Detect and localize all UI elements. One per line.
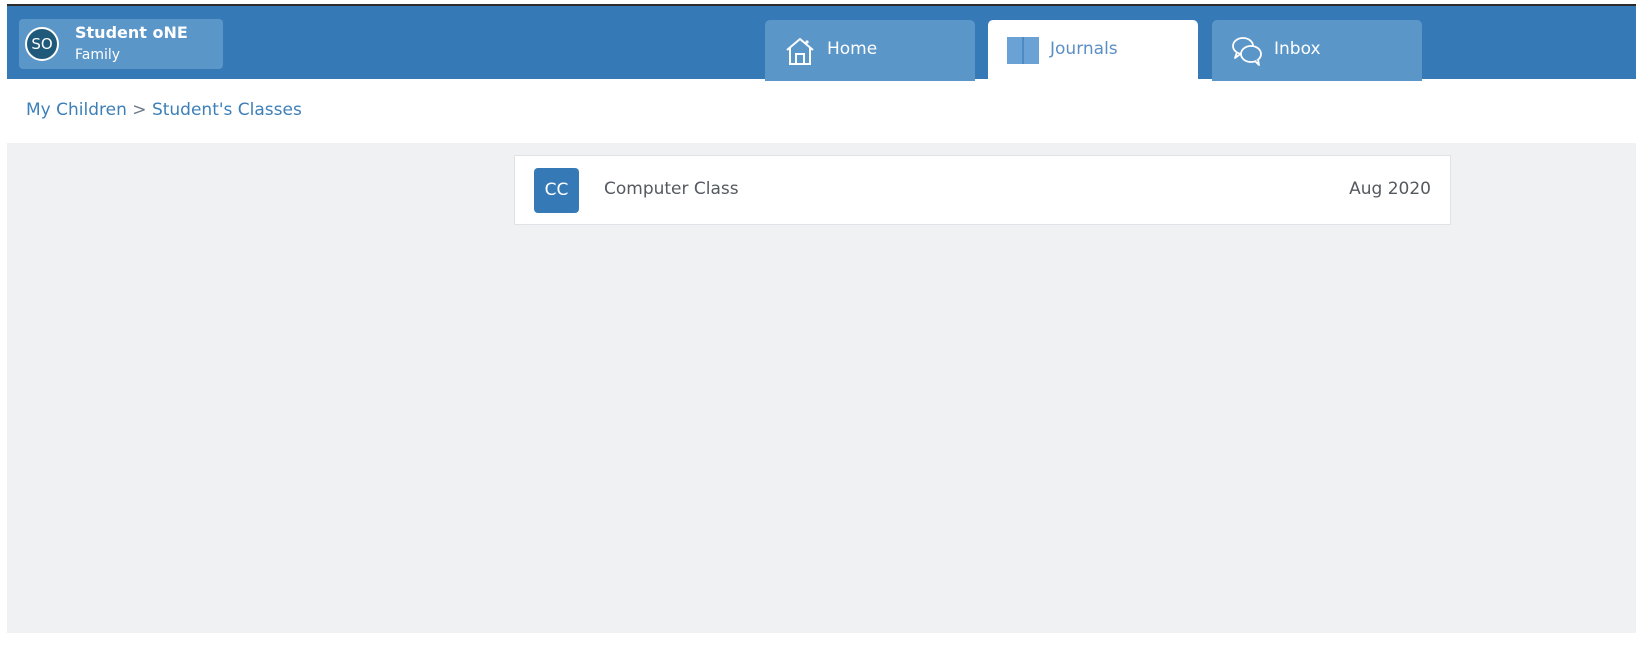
tab-journals[interactable]: Journals xyxy=(988,20,1198,81)
tab-home-label: Home xyxy=(827,39,878,59)
breadcrumb-link-my-children[interactable]: My Children xyxy=(26,100,127,120)
class-date: Aug 2020 xyxy=(1349,179,1431,199)
class-name: Computer Class xyxy=(604,179,739,199)
tab-journals-label: Journals xyxy=(1050,39,1118,59)
class-initials-badge: CC xyxy=(534,168,579,213)
home-icon xyxy=(783,35,817,67)
tab-home[interactable]: Home xyxy=(765,20,975,81)
page-footer-space xyxy=(0,633,1636,662)
breadcrumb-current: Student's Classes xyxy=(151,100,302,120)
tab-inbox[interactable]: Inbox xyxy=(1212,20,1422,81)
breadcrumb-separator: > xyxy=(132,100,147,120)
main-content: CC Computer Class Aug 2020 xyxy=(7,143,1636,633)
user-profile-button[interactable]: SO Student oNE Family xyxy=(19,19,223,69)
class-list-item[interactable]: CC Computer Class Aug 2020 xyxy=(514,155,1451,225)
book-icon xyxy=(1006,35,1040,67)
top-navigation-bar: SO Student oNE Family Home Journals Inbo… xyxy=(7,4,1636,81)
tab-inbox-label: Inbox xyxy=(1274,39,1321,59)
chat-bubbles-icon xyxy=(1230,35,1264,67)
app-frame: SO Student oNE Family Home Journals Inbo… xyxy=(0,0,1636,662)
user-role: Family xyxy=(75,47,121,63)
avatar: SO xyxy=(25,27,59,61)
breadcrumb: My Children > Student's Classes xyxy=(26,100,302,120)
user-name: Student oNE xyxy=(75,23,188,42)
